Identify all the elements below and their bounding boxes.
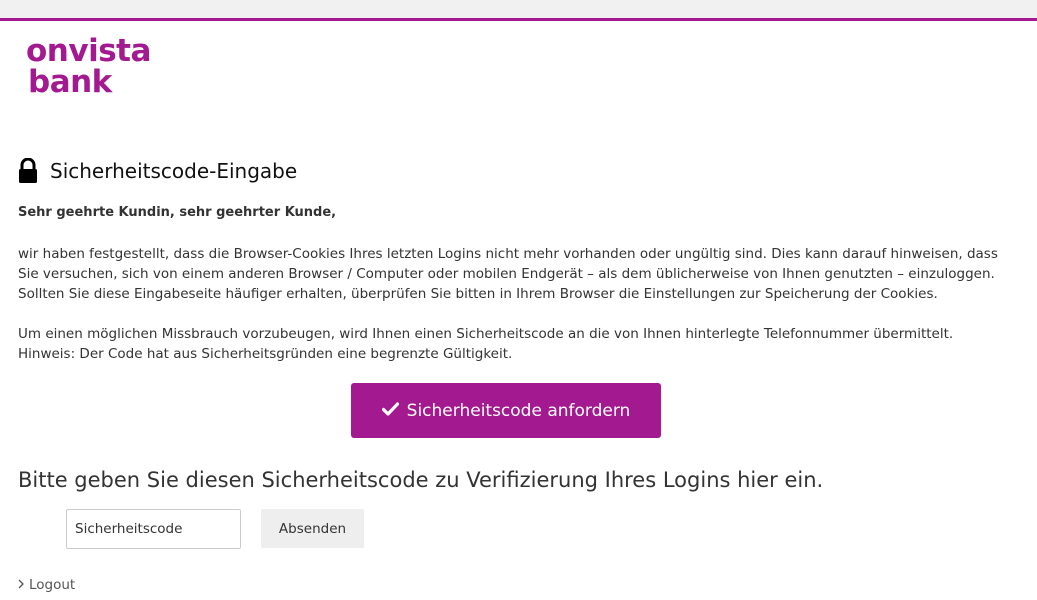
check-icon [381,401,399,420]
page-heading: Sicherheitscode-Eingabe [18,156,297,186]
page-title: Sicherheitscode-Eingabe [50,159,298,183]
logout-link[interactable]: Logout [18,577,75,593]
submit-button[interactable]: Absenden [261,509,364,548]
brand-accent-line [0,18,1037,21]
onvista-bank-logo: onvista bank [26,36,151,98]
lock-icon [18,157,38,184]
browser-top-bar [0,0,1037,18]
verification-prompt: Bitte geben Sie diesen Sicherheitscode z… [18,468,824,492]
security-code-input[interactable] [66,509,241,549]
logo-line-bank: bank [28,64,112,100]
request-security-code-label: Sicherheitscode anfordern [406,400,631,421]
security-code-info-paragraph: Um einen möglichen Missbrauch vorzubeuge… [18,326,954,362]
request-security-code-button[interactable]: Sicherheitscode anfordern [351,383,661,438]
logo-line-onvista: onvista [26,33,151,69]
cookie-info-paragraph: wir haben festgestellt, dass die Browser… [18,246,998,302]
chevron-right-icon [18,578,24,592]
logout-label: Logout [29,577,76,593]
greeting-text: Sehr geehrte Kundin, sehr geehrter Kunde… [18,205,337,220]
